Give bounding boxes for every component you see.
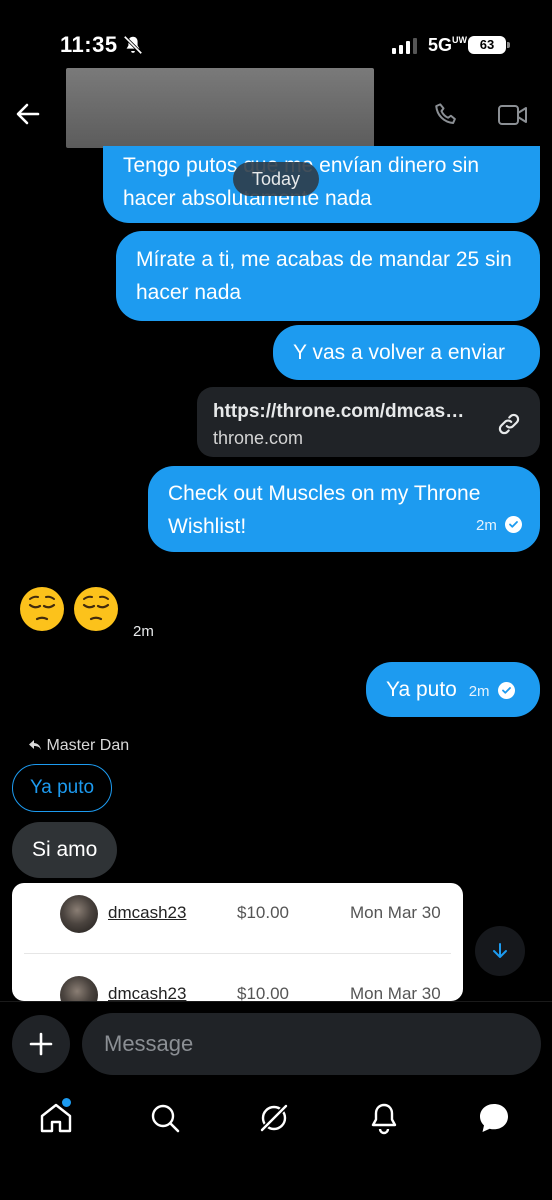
conversation-header [0,68,552,158]
redacted-contact-name[interactable] [66,68,374,148]
payment-amount: $10.00 [237,903,289,922]
message-text: Ya puto [386,678,457,701]
messages-icon[interactable] [476,1100,512,1136]
reply-context: Master Dan [28,737,129,755]
divider [0,1001,552,1002]
outgoing-message[interactable]: Check out Muscles on my Throne Wishlist!… [148,466,540,552]
outgoing-message[interactable]: Ya puto 2m [366,662,540,717]
reply-arrow-icon [29,740,41,750]
payment-amount: $10.00 [237,984,289,1001]
video-icon[interactable] [497,102,529,128]
link-domain: throne.com [213,428,304,448]
battery-tip [507,42,510,48]
message-time: 2m [133,623,154,640]
payment-list-card[interactable]: dmcash23 $10.00 Mon Mar 30 dmcash23 $10.… [12,883,463,1001]
notification-dot [62,1098,71,1107]
signal-icon [392,38,417,54]
outgoing-message[interactable]: Y vas a volver a enviar [273,325,540,380]
avatar [60,976,98,1001]
payment-row[interactable]: dmcash23 $10.00 Mon Mar 30 [12,964,463,1001]
outgoing-message[interactable]: Mírate a ti, me acabas de mandar 25 sin … [116,231,540,321]
quoted-message[interactable]: Ya puto [12,764,113,812]
plus-icon [29,1032,53,1056]
avatar [60,895,98,933]
pensive-face-emoji [74,587,118,631]
read-check-icon [497,682,515,699]
status-time: 11:35 [60,32,118,57]
divider [24,953,451,954]
message-input[interactable] [82,1013,541,1075]
payment-date: Mon Mar 30 [350,903,441,922]
incoming-message[interactable]: Si amo [12,822,118,878]
grok-icon[interactable] [256,1100,292,1136]
payment-user[interactable]: dmcash23 [108,903,186,923]
payment-date: Mon Mar 30 [350,984,441,1001]
message-meta: 2m [476,509,522,542]
reply-to-name: Master Dan [46,737,130,754]
network-label: 5GUW [428,35,468,55]
link-preview-card[interactable]: https://throne.com/dmcas… throne.com [197,387,540,457]
phone-icon[interactable] [432,100,462,130]
message-text: Check out Muscles on my Throne Wishlist! [168,482,481,538]
arrow-down-icon [493,943,507,958]
payment-user[interactable]: dmcash23 [108,984,186,1001]
scroll-to-bottom-button[interactable] [475,926,525,976]
back-arrow-icon[interactable] [14,100,42,128]
battery-level: 63 [468,36,506,54]
bell-off-icon [123,35,143,55]
link-url[interactable]: https://throne.com/dmcas… [213,399,524,425]
pensive-face-emoji [20,587,64,631]
date-divider: Today [233,162,319,196]
link-icon [498,413,520,435]
add-attachment-button[interactable] [12,1015,70,1073]
bell-icon[interactable] [366,1100,402,1136]
payment-row[interactable]: dmcash23 $10.00 Mon Mar 30 [12,883,463,943]
outgoing-message[interactable]: Tengo putos que me envían dinero sin hac… [103,146,540,223]
message-time: 2m [475,517,497,534]
search-icon[interactable] [147,1100,183,1136]
read-check-icon [505,516,522,533]
message-time: 2m [468,683,490,700]
message-meta: 2m [468,682,515,700]
